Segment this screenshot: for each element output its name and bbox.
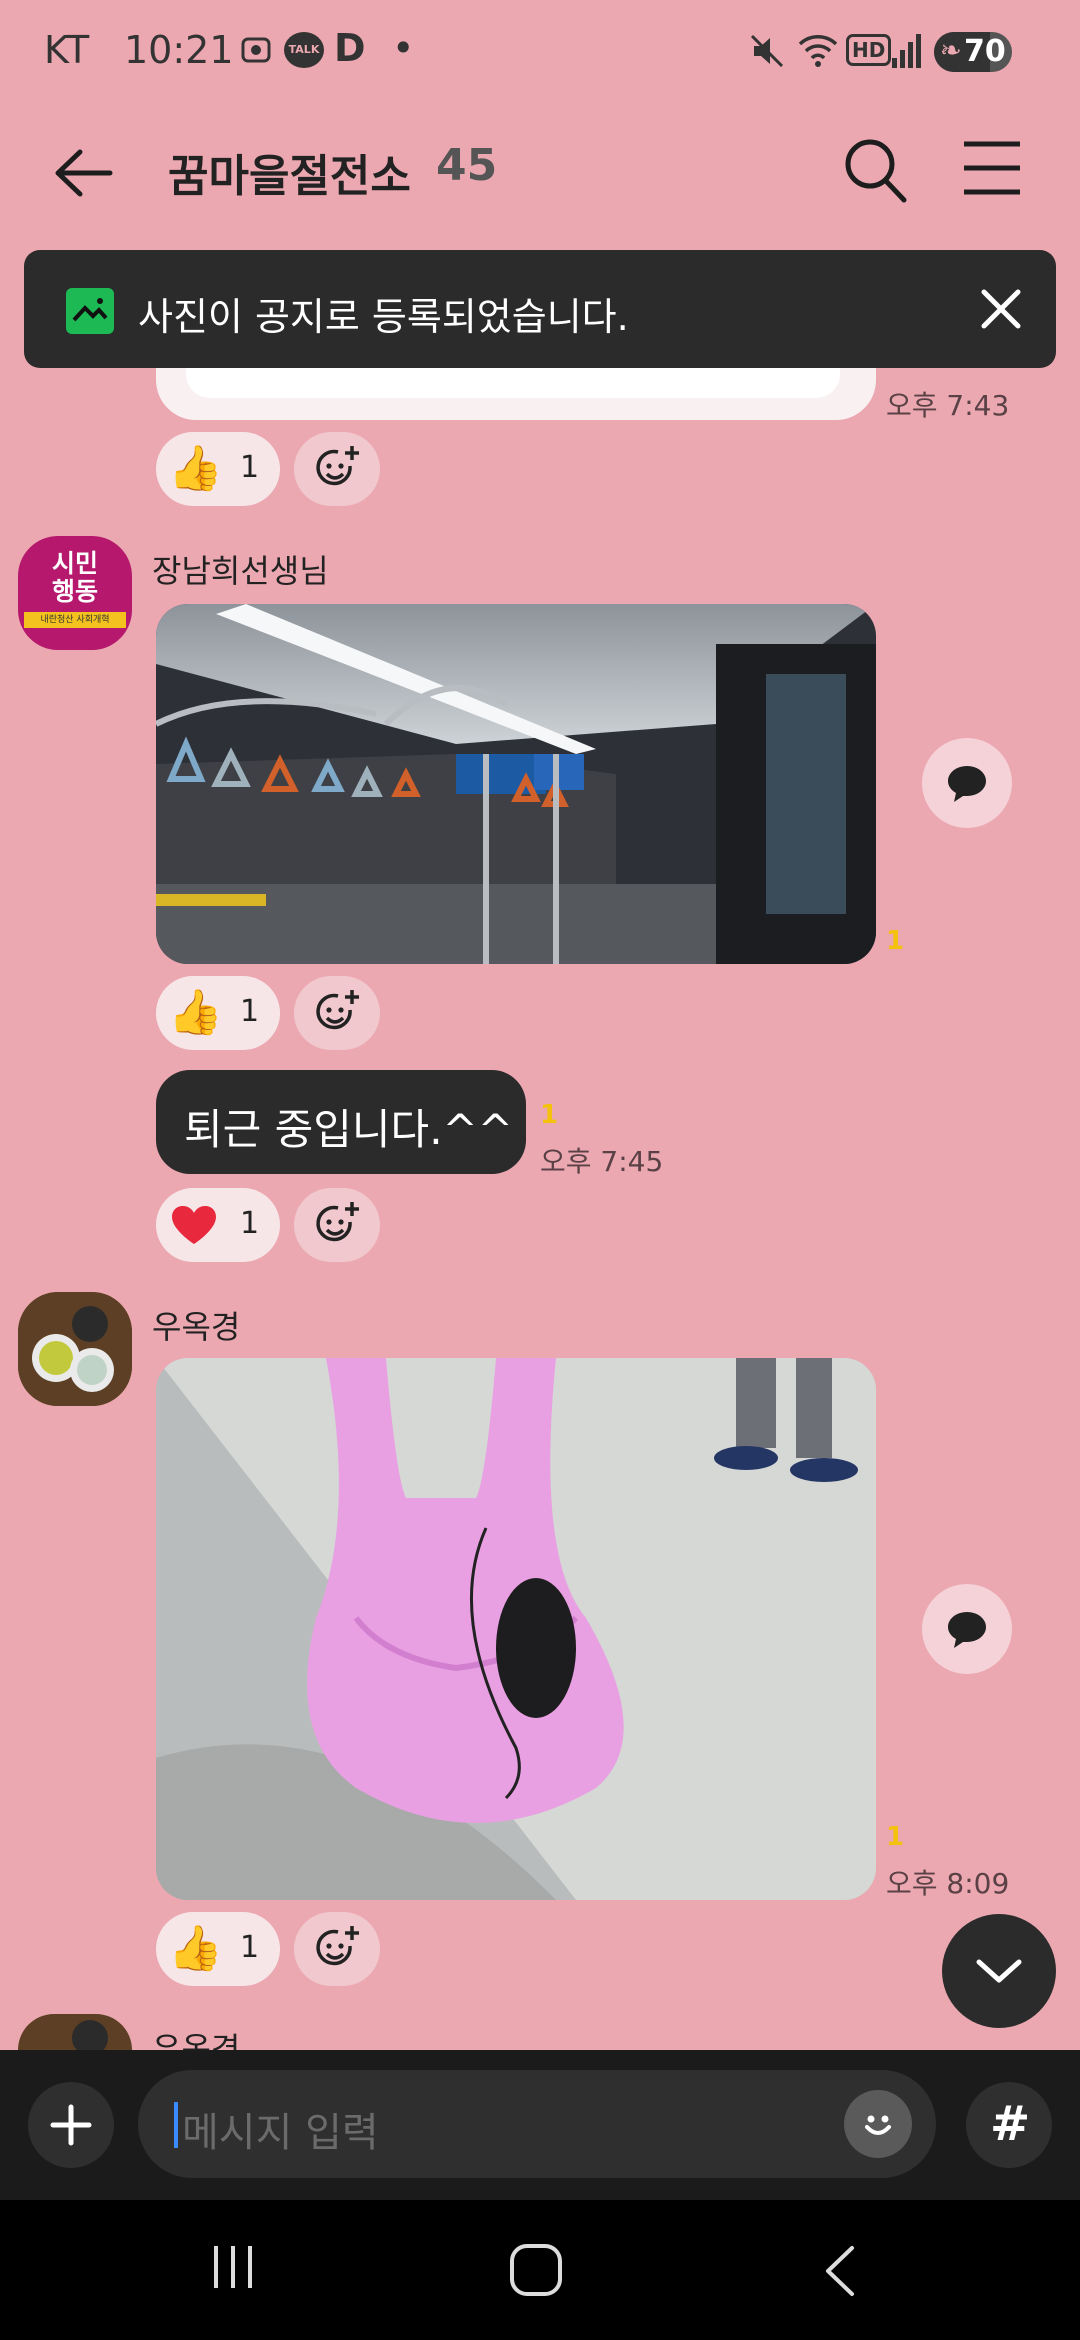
add-reaction-button[interactable] [294, 976, 380, 1050]
sender-name: 우옥경 [152, 1308, 241, 1346]
chevron-down-icon [976, 1959, 1022, 1983]
close-icon[interactable] [980, 288, 1022, 330]
photo-bus-interior[interactable] [156, 604, 876, 964]
heart-icon [172, 1206, 216, 1244]
hashtag-icon: # [990, 2096, 1031, 2152]
chat-room-title: 꿈마을절전소 [168, 151, 411, 202]
text-message-bubble[interactable]: 퇴근 중입니다.^^ [156, 1070, 526, 1174]
clock: 10:21 [124, 28, 234, 72]
reaction-heart[interactable]: 1 [156, 1188, 280, 1262]
back-arrow-icon[interactable] [50, 140, 116, 206]
share-button[interactable] [922, 738, 1012, 828]
reaction-thumbs-up[interactable]: 👍 1 [156, 976, 280, 1050]
thumbs-up-icon: 👍 [168, 1923, 223, 1974]
add-emoji-icon [316, 446, 359, 486]
add-reaction-button[interactable] [294, 1188, 380, 1262]
reaction-thumbs-up[interactable]: 👍 1 [156, 1912, 280, 1986]
battery-leaf-icon: ❧ [940, 36, 962, 66]
avatar[interactable] [18, 1292, 132, 1406]
sender-name: 장남희선생님 [152, 552, 329, 590]
reaction-thumbs-up[interactable]: 👍 1 [156, 432, 280, 506]
wifi-icon [796, 30, 840, 70]
status-bar: KT 10:21 TALK D • HD ❧ 70 [0, 0, 1080, 110]
photo-pink-bag[interactable] [156, 1358, 876, 1900]
thumbs-up-icon: 👍 [168, 443, 223, 494]
add-emoji-icon [316, 1926, 359, 1966]
hd-badge: HD [846, 34, 892, 66]
thumbs-up-icon: 👍 [168, 987, 223, 1038]
member-count: 45 [436, 140, 498, 191]
signal-icon [890, 30, 924, 70]
image-icon [66, 288, 114, 334]
emoji-button[interactable] [844, 2090, 912, 2158]
plus-icon [50, 2104, 92, 2146]
message-time: 오후 7:43 [886, 389, 1010, 422]
add-emoji-icon [316, 990, 359, 1030]
toast-message: 사진이 공지로 등록되었습니다. [138, 295, 629, 339]
notice-toast: 사진이 공지로 등록되었습니다. [24, 250, 1056, 368]
emoji-icon [865, 2115, 891, 2135]
back-icon[interactable] [820, 2244, 860, 2298]
home-icon[interactable] [508, 2242, 564, 2298]
message-input[interactable]: 메시지 입력 [138, 2070, 936, 2178]
comment-icon [948, 766, 986, 802]
avatar[interactable]: 시민 행동 내란청산 사회개혁 [18, 536, 132, 650]
menu-icon[interactable] [962, 140, 1022, 196]
scroll-to-bottom-button[interactable] [942, 1914, 1056, 2028]
carrier-label: KT [44, 28, 90, 72]
unread-count: 1 [886, 1822, 905, 1852]
attach-button[interactable] [28, 2082, 114, 2168]
message-time: 오후 7:45 [540, 1145, 664, 1178]
system-navigation-bar [0, 2200, 1080, 2340]
notification-dot: • [392, 26, 415, 70]
mute-icon [748, 32, 786, 70]
recent-apps-icon[interactable] [208, 2242, 258, 2292]
text-cursor [174, 2102, 178, 2148]
avatar[interactable] [18, 2014, 132, 2050]
comment-icon [948, 1612, 986, 1648]
unread-count: 1 [540, 1100, 559, 1130]
unread-count: 1 [886, 926, 905, 956]
add-emoji-icon [316, 1202, 359, 1242]
chat-header: 꿈마을절전소 45 [0, 110, 1080, 240]
message-input-bar: 메시지 입력 # [0, 2050, 1080, 2200]
d-badge-icon: D [334, 26, 366, 70]
add-reaction-button[interactable] [294, 432, 380, 506]
battery-indicator: ❧ 70 [934, 32, 1012, 72]
share-button[interactable] [922, 1584, 1012, 1674]
sender-name: 우옥경 [152, 2030, 241, 2050]
hashtag-button[interactable]: # [966, 2082, 1052, 2168]
screenshot-icon [240, 34, 272, 66]
input-placeholder: 메시지 입력 [182, 2110, 379, 2156]
talk-badge-icon: TALK [284, 32, 324, 68]
search-icon[interactable] [842, 134, 908, 204]
add-reaction-button[interactable] [294, 1912, 380, 1986]
message-time: 오후 8:09 [886, 1867, 1010, 1900]
